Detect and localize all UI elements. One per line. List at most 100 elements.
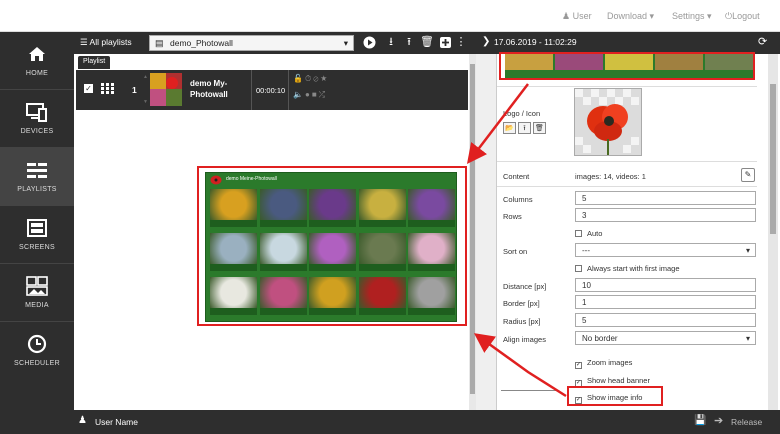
photowall-tile-image	[210, 233, 257, 264]
photowall-tile-image	[210, 277, 257, 308]
rows-input[interactable]: 3	[575, 208, 756, 222]
row-title-2: Photowall	[190, 90, 228, 99]
refresh-button[interactable]: ⟳	[758, 35, 767, 48]
row-checkbox[interactable]: ✓	[84, 84, 93, 93]
auto-checkbox-row[interactable]: Auto	[575, 229, 602, 238]
add-button[interactable]	[438, 35, 452, 50]
photowall-tile-caption	[309, 264, 356, 271]
sidebar-item-home[interactable]: HOME	[0, 32, 74, 90]
photowall-tile-image	[210, 189, 257, 220]
home-icon	[29, 47, 45, 61]
content-value: images: 14, videos: 1	[575, 172, 646, 181]
photowall-tile	[408, 277, 455, 315]
play-icon	[363, 36, 375, 49]
image-info-checkbox[interactable]: ✓	[575, 397, 582, 404]
border-input[interactable]: 1	[575, 295, 756, 309]
properties-scrollbar[interactable]	[768, 54, 778, 410]
photowall-tile	[210, 189, 257, 227]
photowall-tile	[408, 233, 455, 271]
move-down-icon[interactable]: ▼	[143, 99, 148, 105]
content-label: Content	[503, 172, 530, 181]
auto-checkbox[interactable]	[575, 230, 582, 237]
properties-pane: Logo / Icon 📂 ⭱ 🗑 Content images: 14, vi…	[496, 52, 766, 410]
distance-label: Distance [px]	[503, 282, 547, 291]
download-button[interactable]: ⭳	[384, 35, 398, 50]
clock-icon	[27, 334, 47, 354]
logout-link[interactable]: ⏻Logout	[725, 11, 760, 22]
delete-button[interactable]: 🗑	[420, 35, 434, 50]
photowall-tile-image	[259, 189, 307, 220]
timer-icon[interactable]: ⏱	[305, 74, 313, 83]
distance-input[interactable]: 10	[575, 278, 756, 292]
more-button[interactable]: ⋮	[454, 35, 468, 50]
grid-icon	[101, 83, 114, 94]
always-start-checkbox[interactable]	[575, 265, 582, 272]
sidebar-item-media[interactable]: MEDIA	[0, 264, 74, 322]
radius-input[interactable]: 5	[575, 313, 756, 327]
photowall-tile	[309, 277, 356, 315]
playlist-toolbar: ☰ All playlists ▤ demo_Photowall ▾ ⭳ ⭱ 🗑…	[74, 32, 476, 54]
photowall-tile	[210, 233, 257, 271]
delete-logo-button[interactable]: 🗑	[533, 122, 546, 134]
upload-logo-button[interactable]: ⭱	[518, 122, 531, 134]
photowall-tile-image	[309, 189, 356, 220]
photowall-tile-image	[309, 233, 356, 264]
plus-icon	[439, 37, 451, 48]
all-playlists-button[interactable]: ☰ All playlists	[80, 37, 132, 48]
release-label: Release	[731, 417, 763, 427]
stop-icon[interactable]: ●	[305, 90, 312, 99]
save-button[interactable]: 💾	[694, 415, 706, 426]
release-button[interactable]: ➔	[714, 414, 723, 427]
upload-button[interactable]: ⭱	[402, 35, 416, 50]
open-folder-button[interactable]: 📂	[503, 122, 516, 134]
badge-icon[interactable]: ■	[312, 90, 319, 99]
arrow-right-circle-icon: ➔	[714, 415, 724, 427]
row-index: 1	[132, 85, 137, 95]
image-info-row[interactable]: ✓ Show image info	[575, 393, 642, 404]
sidebar-item-scheduler[interactable]: SCHEDULER	[0, 322, 74, 380]
zoom-checkbox[interactable]: ✓	[575, 362, 582, 369]
tab-playlist[interactable]: Playlist	[78, 56, 111, 69]
preview-title: demo Meine-Photowall	[226, 176, 277, 182]
playlist-scrollbar[interactable]	[469, 54, 476, 410]
sidebar-item-screens[interactable]: SCREENS	[0, 206, 74, 264]
settings-menu[interactable]: Settings ▾	[672, 11, 712, 22]
photowall-tile-caption	[408, 220, 455, 227]
chevron-down-icon: ▾	[745, 246, 750, 255]
play-button[interactable]	[362, 35, 376, 50]
zoom-row[interactable]: ✓ Zoom images	[575, 358, 632, 369]
expand-button[interactable]: ❯	[482, 36, 490, 47]
lock-icon[interactable]: 🔓	[293, 74, 305, 83]
edit-content-button[interactable]: ✎	[741, 168, 755, 182]
mute-icon[interactable]: 🔈	[293, 90, 305, 99]
datetime-display: 17.06.2019 - 11:02:29	[494, 37, 577, 47]
photowall-tile-image	[309, 277, 356, 308]
divider	[251, 70, 252, 110]
poppy-image	[575, 89, 641, 155]
trash-icon: 🗑	[420, 36, 434, 48]
download-menu[interactable]: Download ▾	[607, 11, 654, 22]
star-icon[interactable]: ★	[320, 74, 329, 83]
logo-preview	[574, 88, 642, 156]
sort-select[interactable]: --- ▾	[575, 243, 756, 257]
sidebar-item-devices[interactable]: DEVICES	[0, 90, 74, 148]
shuffle-icon[interactable]: ⤮	[319, 90, 327, 99]
align-label: Align images	[503, 335, 546, 344]
row-actions-bottom: 🔈●■⤮	[293, 90, 327, 100]
caret-down-icon: ▾	[707, 11, 712, 21]
list-icon: ☰	[80, 37, 88, 47]
align-select[interactable]: No border ▾	[575, 331, 756, 345]
media-icon	[26, 276, 48, 296]
properties-gutter	[476, 54, 496, 410]
photowall-tile	[309, 233, 356, 271]
user-menu[interactable]: ♟ User	[562, 11, 592, 22]
move-up-icon[interactable]: ▲	[143, 74, 148, 80]
photowall-tile-image	[259, 233, 307, 264]
columns-input[interactable]: 5	[575, 191, 756, 205]
sidebar-item-playlists[interactable]: PLAYLISTS	[0, 148, 74, 206]
preview-logo	[210, 175, 222, 185]
playlist-row[interactable]: ✓ 1 ▲ ▼ demo My- Photowall 00:00:10 🔓⏱⊘★…	[76, 70, 468, 110]
always-start-row[interactable]: Always start with first image	[575, 264, 680, 273]
photowall-tile-caption	[358, 308, 406, 315]
playlist-select[interactable]: ▤ demo_Photowall ▾	[149, 35, 354, 51]
